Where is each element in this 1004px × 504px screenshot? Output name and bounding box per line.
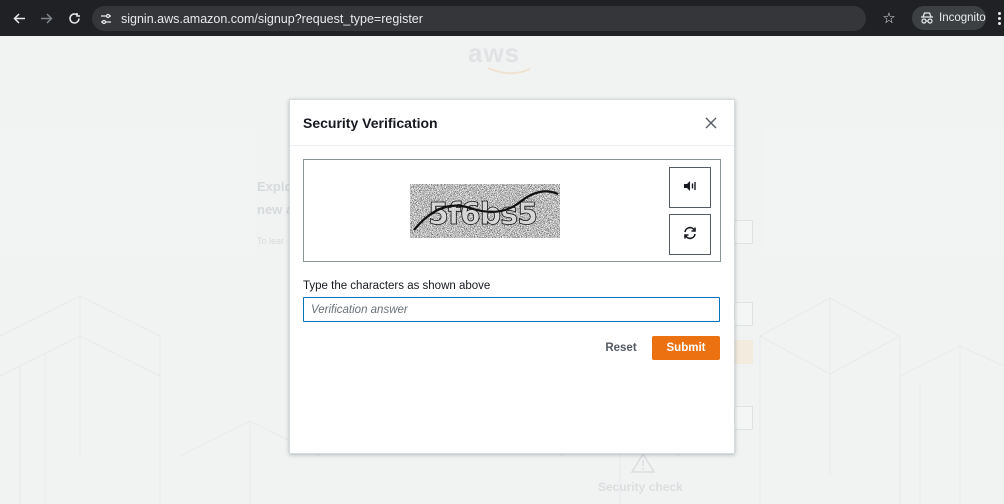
refresh-captcha-button[interactable] <box>669 214 711 255</box>
incognito-icon <box>920 9 934 28</box>
reset-button[interactable]: Reset <box>594 336 648 360</box>
site-info-icon[interactable] <box>96 9 116 29</box>
security-verification-dialog: Security Verification 5f6bs5 Type the ch… <box>289 99 735 454</box>
audio-icon <box>683 178 697 197</box>
back-arrow-icon[interactable] <box>8 7 30 29</box>
dialog-header: Security Verification <box>290 100 734 146</box>
captcha-image: 5f6bs5 <box>410 184 560 238</box>
dialog-title: Security Verification <box>303 115 438 131</box>
address-bar[interactable]: signin.aws.amazon.com/signup?request_typ… <box>92 6 866 31</box>
star-icon[interactable]: ☆ <box>880 9 898 27</box>
reload-icon[interactable] <box>63 7 85 29</box>
captcha-container: 5f6bs5 <box>303 159 721 262</box>
more-vert-icon[interactable] <box>994 8 1004 28</box>
verification-answer-input[interactable] <box>303 297 720 322</box>
close-icon[interactable] <box>702 114 720 132</box>
answer-label: Type the characters as shown above <box>303 280 491 292</box>
url-text: signin.aws.amazon.com/signup?request_typ… <box>121 11 423 26</box>
submit-button[interactable]: Submit <box>652 336 720 360</box>
audio-captcha-button[interactable] <box>669 167 711 208</box>
browser-toolbar: signin.aws.amazon.com/signup?request_typ… <box>0 0 1004 36</box>
incognito-badge[interactable]: Incognito <box>912 6 986 30</box>
forward-arrow-icon[interactable] <box>35 7 57 29</box>
incognito-label: Incognito <box>939 12 986 24</box>
refresh-icon <box>682 225 698 245</box>
